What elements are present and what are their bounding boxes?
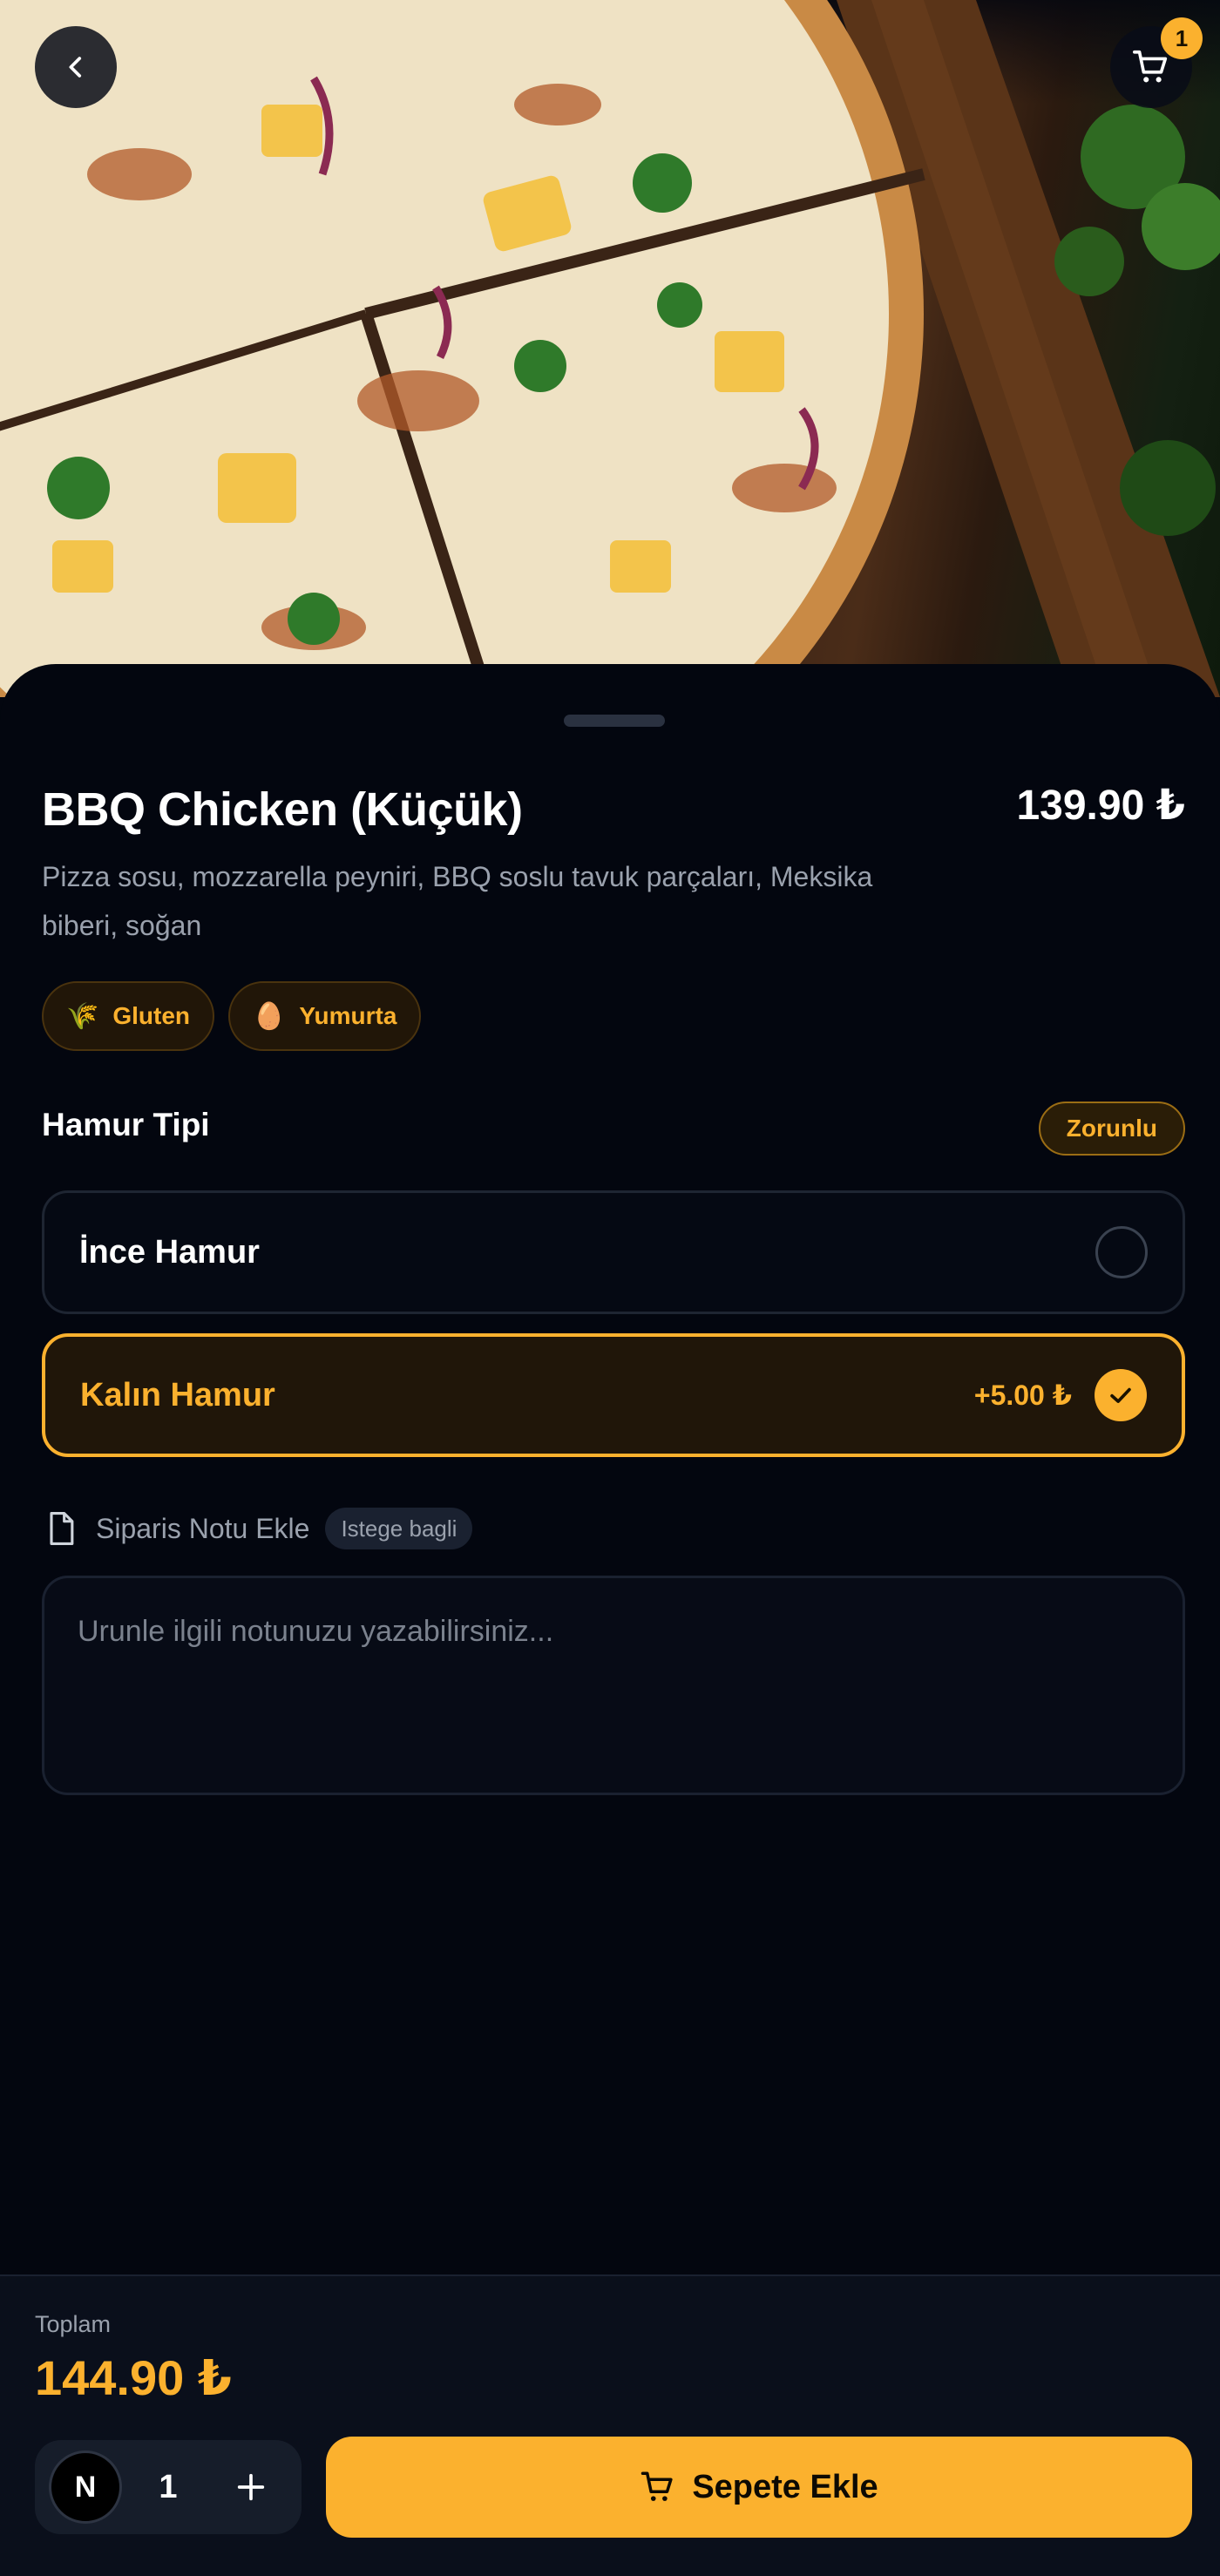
option-label: İnce Hamur (79, 1233, 260, 1271)
quantity-stepper: N 1 (35, 2440, 302, 2534)
order-note-label: Siparis Notu Ekle (96, 1512, 310, 1544)
total-value: 144.90 ₺ (35, 2350, 232, 2405)
product-title: BBQ Chicken (Küçük) (42, 783, 523, 836)
pizza-illustration (0, 0, 1220, 697)
order-note-header: Siparis Notu Ekle Istege bagli (42, 1508, 473, 1549)
sheet-drag-handle[interactable] (564, 715, 665, 727)
cart-count-badge: 1 (1161, 17, 1203, 59)
add-to-cart-label: Sepete Ekle (692, 2468, 878, 2505)
radio-checked[interactable] (1095, 1369, 1147, 1421)
allergen-label: Gluten (112, 1002, 191, 1029)
allergen-chip-gluten: 🌾 Gluten (42, 981, 215, 1051)
checkout-footer: Toplam 144.90 ₺ N 1 Sepete Ekle (0, 2274, 1220, 2576)
total-label: Toplam (35, 2311, 112, 2337)
product-description: Pizza sosu, mozzarella peyniri, BBQ sosl… (42, 861, 873, 941)
chevron-left-icon (69, 57, 82, 78)
dough-option-thin[interactable]: İnce Hamur (42, 1190, 1185, 1314)
add-to-cart-button[interactable]: Sepete Ekle (326, 2437, 1192, 2538)
option-label: Kalın Hamur (80, 1376, 275, 1413)
optional-badge: Istege bagli (325, 1508, 473, 1549)
document-icon (50, 1512, 74, 1545)
product-detail-sheet: BBQ Chicken (Küçük) 139.90 ₺ Pizza sosu,… (0, 664, 1220, 2276)
cart-button[interactable]: 1 (1110, 17, 1203, 108)
cart-icon (1133, 50, 1168, 83)
product-hero-image (0, 0, 1220, 697)
cart-icon (641, 2471, 673, 2501)
dough-section-title: Hamur Tipi (42, 1107, 210, 1142)
option-extra-price: +5.00 ₺ (973, 1380, 1072, 1411)
dough-option-thick[interactable]: Kalın Hamur +5.00 ₺ (42, 1333, 1185, 1457)
quantity-value: 1 (159, 2468, 178, 2505)
radio-unchecked[interactable] (1095, 1226, 1148, 1278)
plus-icon (237, 2473, 265, 2501)
allergen-list: 🌾 Gluten 🥚 Yumurta (42, 981, 422, 1051)
increase-quantity-button[interactable] (214, 2451, 288, 2524)
product-price: 139.90 ₺ (1016, 783, 1185, 829)
allergen-label: Yumurta (299, 1002, 397, 1029)
order-note-input[interactable] (42, 1576, 1185, 1795)
back-button[interactable] (35, 26, 117, 108)
egg-icon: 🥚 (253, 1001, 286, 1031)
allergen-chip-egg: 🥚 Yumurta (228, 981, 422, 1051)
check-icon (1110, 1387, 1131, 1403)
required-badge: Zorunlu (1038, 1102, 1185, 1156)
wheat-icon: 🌾 (66, 1001, 99, 1031)
decrease-quantity-button[interactable]: N (49, 2451, 122, 2524)
